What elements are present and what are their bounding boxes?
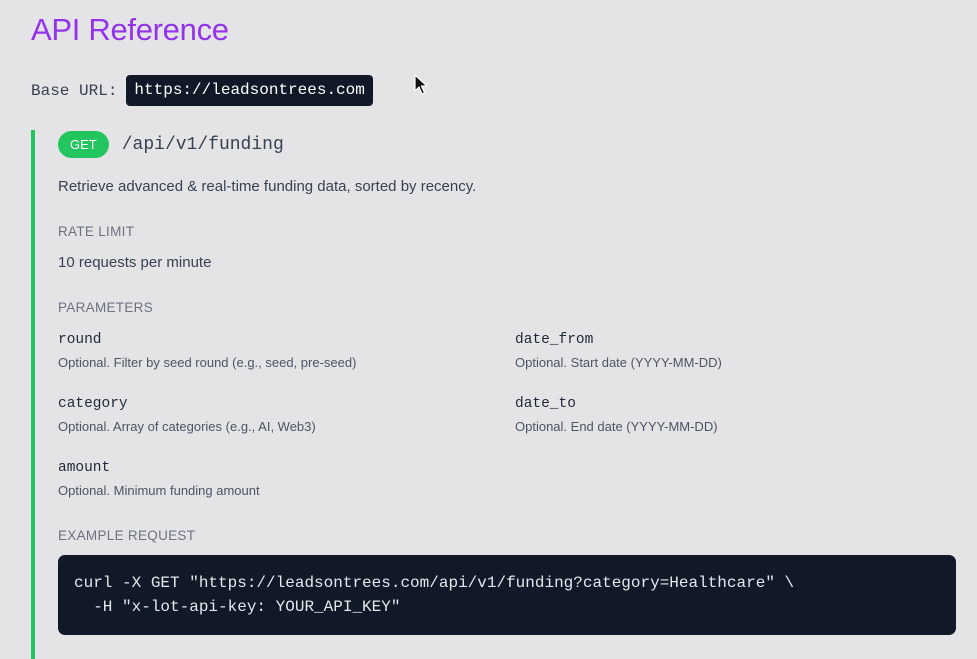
param-description: Optional. Filter by seed round (e.g., se… — [58, 355, 357, 370]
param-name: amount — [58, 460, 111, 476]
param-description: Optional. Array of categories (e.g., AI,… — [58, 419, 316, 434]
param-round: round Optional. Filter by seed round (e.… — [58, 330, 356, 370]
param-date-from: date_from Optional. Start date (YYYY-MM-… — [515, 330, 722, 370]
page-title: API Reference — [31, 12, 229, 47]
param-description: Optional. Minimum funding amount — [58, 483, 260, 498]
param-name: date_to — [515, 396, 576, 412]
method-badge: GET — [58, 131, 109, 158]
example-request-code[interactable]: curl -X GET "https://leadsontrees.com/ap… — [58, 555, 956, 635]
example-request-heading: EXAMPLE REQUEST — [58, 528, 196, 543]
base-url-row: Base URL: https://leadsontrees.com — [31, 75, 373, 106]
rate-limit-heading: RATE LIMIT — [58, 224, 135, 239]
endpoint-header: GET /api/v1/funding — [58, 131, 284, 158]
param-date-to: date_to Optional. End date (YYYY-MM-DD) — [515, 394, 718, 434]
endpoint-description: Retrieve advanced & real-time funding da… — [58, 178, 477, 195]
endpoint-card: GET /api/v1/funding Retrieve advanced & … — [31, 130, 977, 659]
param-description: Optional. Start date (YYYY-MM-DD) — [515, 355, 722, 370]
parameters-heading: PARAMETERS — [58, 300, 154, 315]
rate-limit-value: 10 requests per minute — [58, 254, 212, 271]
base-url-value[interactable]: https://leadsontrees.com — [126, 75, 373, 106]
param-name: round — [58, 332, 102, 348]
param-category: category Optional. Array of categories (… — [58, 394, 316, 434]
base-url-label: Base URL: — [31, 81, 118, 100]
param-name: category — [58, 396, 128, 412]
endpoint-path[interactable]: /api/v1/funding — [122, 135, 284, 155]
param-amount: amount Optional. Minimum funding amount — [58, 458, 260, 498]
mouse-pointer-icon — [414, 74, 428, 95]
param-name: date_from — [515, 332, 594, 348]
param-description: Optional. End date (YYYY-MM-DD) — [515, 419, 718, 434]
